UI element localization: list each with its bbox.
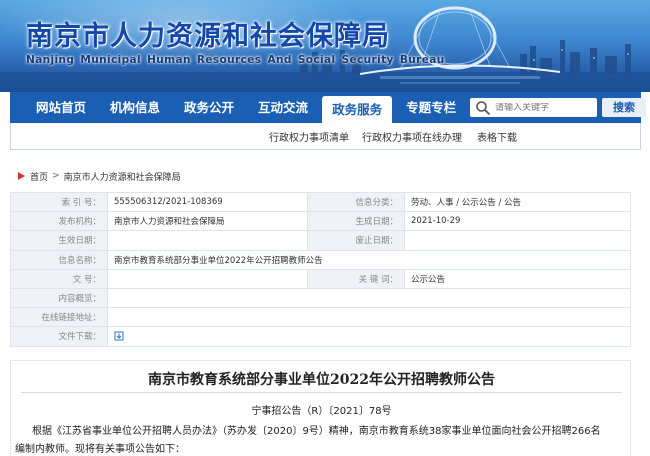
nav-item-home[interactable]: 网站首页 — [26, 92, 96, 123]
table-row: 文 号： 关 键 词： 公示公告 — [10, 268, 631, 289]
search-icon — [476, 100, 490, 115]
article-paragraph-line-2: 编制内教师。现将有关事项公告如下： — [15, 444, 185, 455]
article-content: 南京市教育系统部分事业单位2022年公开招聘教师公告 宁事招公告（R）〔2021… — [10, 360, 631, 456]
overview-value — [107, 287, 631, 309]
subnav-item-online-handling[interactable]: 行政权力事项在线办理 — [362, 129, 462, 144]
search-button[interactable]: 搜索 — [602, 98, 646, 117]
nav-item-interaction[interactable]: 互动交流 — [248, 92, 318, 123]
nav-item-organization[interactable]: 机构信息 — [100, 92, 170, 123]
created-value: 2021-10-29 — [404, 211, 631, 232]
article-paragraph-line-1: 根据《江苏省事业单位公开招聘人员办法》（苏办发〔2020〕9号）精神，南京市教育… — [32, 426, 601, 437]
nav-item-topics[interactable]: 专题专栏 — [396, 92, 466, 123]
search-box — [470, 98, 597, 117]
category-value: 劳动、人事 / 公示公告 / 公告 — [404, 191, 631, 213]
info-name-value: 南京市教育系统部分事业单位2022年公开招聘教师公告 — [107, 249, 631, 270]
overview-label: 内容概览： — [10, 287, 108, 309]
expire-date-value — [404, 230, 631, 251]
info-name-label: 信息名称： — [10, 249, 108, 270]
title-divider — [21, 392, 622, 393]
expire-date-label: 废止日期： — [307, 230, 405, 251]
doc-number-value — [107, 268, 308, 289]
breadcrumb-separator: > — [52, 171, 60, 181]
article-title: 南京市教育系统部分事业单位2022年公开招聘教师公告 — [148, 372, 495, 388]
sub-nav: 行政权力事项清单 行政权力事项在线办理 表格下载 — [10, 123, 641, 150]
category-label: 信息分类： — [307, 191, 405, 213]
site-subtitle: Nanjing Municipal Human Resources And So… — [26, 54, 445, 66]
keywords-label: 关 键 词： — [307, 268, 405, 289]
online-link-value — [107, 307, 631, 328]
download-file-icon[interactable] — [114, 331, 124, 341]
nav-item-services[interactable]: 政务服务 — [322, 96, 393, 123]
index-value: 555506312/2021-108369 — [107, 191, 308, 213]
breadcrumb: 首页 > 南京市人力资源和社会保障局 — [10, 167, 631, 185]
site-banner: 南京市人力资源和社会保障局 Nanjing Municipal Human Re… — [0, 0, 650, 92]
table-row: 发布机构： 南京市人力资源和社会保障局 生成日期： 2021-10-29 — [10, 211, 631, 232]
breadcrumb-home-link[interactable]: 首页 — [30, 170, 48, 183]
created-label: 生成日期： — [307, 211, 405, 232]
online-link-label: 在线链接地址： — [10, 307, 108, 328]
keywords-value: 公示公告 — [404, 268, 631, 289]
table-row: 文件下载： — [10, 326, 631, 347]
file-download-cell — [107, 326, 631, 347]
breadcrumb-current-link[interactable]: 南京市人力资源和社会保障局 — [64, 170, 181, 183]
valid-date-label: 生效日期： — [10, 230, 108, 251]
nav-item-public-affairs[interactable]: 政务公开 — [174, 92, 244, 123]
doc-number-label: 文 号： — [10, 268, 108, 289]
index-label: 索 引 号： — [10, 191, 108, 213]
article-doc-number: 宁事招公告（R）〔2021〕78号 — [251, 406, 392, 417]
file-download-label: 文件下载： — [10, 326, 108, 347]
main-nav: 网站首页 机构信息 政务公开 互动交流 政务服务 专题专栏 搜索 — [10, 92, 646, 123]
document-info-table: 索 引 号： 555506312/2021-108369 信息分类： 劳动、人事… — [10, 191, 631, 347]
table-row: 生效日期： 废止日期： — [10, 230, 631, 251]
subnav-item-form-download[interactable]: 表格下载 — [477, 129, 517, 144]
subnav-item-power-list[interactable]: 行政权力事项清单 — [269, 129, 349, 144]
publisher-value: 南京市人力资源和社会保障局 — [107, 211, 308, 232]
table-row: 在线链接地址： — [10, 307, 631, 328]
table-row: 索 引 号： 555506312/2021-108369 信息分类： 劳动、人事… — [10, 191, 631, 213]
site-title: 南京市人力资源和社会保障局 — [26, 21, 390, 52]
publisher-label: 发布机构： — [10, 211, 108, 232]
table-row: 信息名称： 南京市教育系统部分事业单位2022年公开招聘教师公告 — [10, 249, 631, 270]
location-icon — [18, 172, 25, 180]
valid-date-value — [107, 230, 308, 251]
search-input[interactable] — [495, 102, 590, 113]
table-row: 内容概览： — [10, 287, 631, 309]
